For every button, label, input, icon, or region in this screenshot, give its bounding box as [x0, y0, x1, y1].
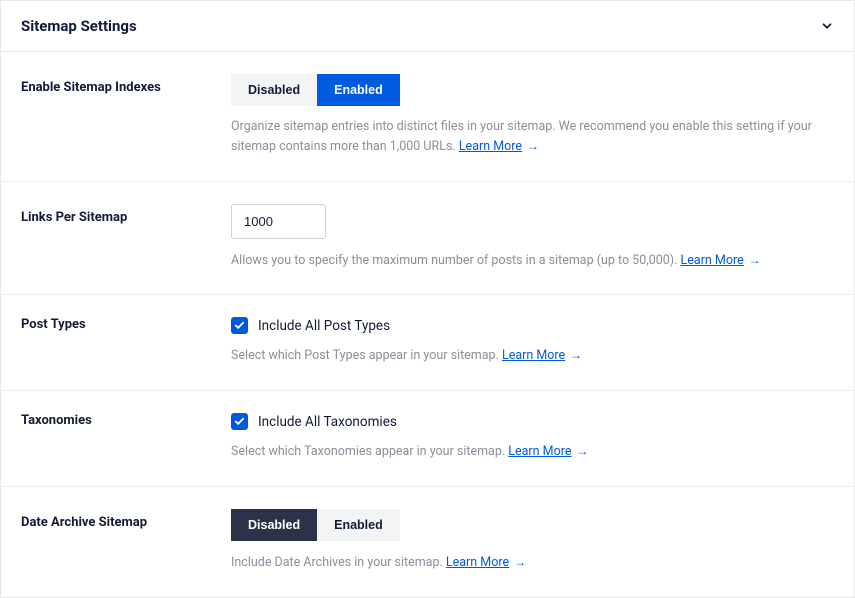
- learn-more-link[interactable]: Learn More: [502, 348, 565, 363]
- section-sitemap-indexes: Enable Sitemap Indexes Disabled Enabled …: [1, 52, 854, 182]
- include-all-post-types-label: Include All Post Types: [258, 318, 390, 334]
- sitemap-indexes-disabled-button[interactable]: Disabled: [231, 74, 317, 106]
- post-types-checkbox-row: Include All Post Types: [231, 317, 834, 334]
- include-all-taxonomies-label: Include All Taxonomies: [258, 414, 397, 430]
- section-taxonomies: Taxonomies Include All Taxonomies Select…: [1, 391, 854, 487]
- sitemap-indexes-description: Organize sitemap entries into distinct f…: [231, 118, 834, 157]
- control-col: Include All Taxonomies Select which Taxo…: [231, 413, 834, 462]
- control-col: Include All Post Types Select which Post…: [231, 317, 834, 366]
- arrow-right-icon: →: [524, 139, 539, 153]
- panel-header[interactable]: Sitemap Settings: [1, 1, 854, 52]
- links-per-sitemap-input[interactable]: [231, 204, 326, 239]
- date-archive-enabled-button[interactable]: Enabled: [317, 509, 400, 541]
- taxonomies-checkbox-row: Include All Taxonomies: [231, 413, 834, 430]
- date-archive-description: Include Date Archives in your sitemap. L…: [231, 553, 834, 573]
- control-col: Allows you to specify the maximum number…: [231, 204, 834, 271]
- learn-more-link[interactable]: Learn More: [446, 555, 509, 570]
- date-archive-disabled-button[interactable]: Disabled: [231, 509, 317, 541]
- learn-more-link[interactable]: Learn More: [459, 139, 522, 154]
- arrow-right-icon: →: [573, 444, 588, 458]
- label-links-per-sitemap: Links Per Sitemap: [21, 204, 231, 271]
- label-taxonomies: Taxonomies: [21, 413, 231, 462]
- control-col: Disabled Enabled Include Date Archives i…: [231, 509, 834, 573]
- sitemap-indexes-toggle: Disabled Enabled: [231, 74, 400, 106]
- section-date-archive: Date Archive Sitemap Disabled Enabled In…: [1, 487, 854, 597]
- panel-title: Sitemap Settings: [21, 17, 137, 35]
- desc-text: Allows you to specify the maximum number…: [231, 253, 681, 268]
- control-col: Disabled Enabled Organize sitemap entrie…: [231, 74, 834, 157]
- post-types-description: Select which Post Types appear in your s…: [231, 346, 834, 366]
- arrow-right-icon: →: [511, 555, 526, 569]
- sitemap-indexes-enabled-button[interactable]: Enabled: [317, 74, 400, 106]
- label-date-archive: Date Archive Sitemap: [21, 509, 231, 573]
- desc-text: Select which Taxonomies appear in your s…: [231, 444, 508, 459]
- date-archive-toggle: Disabled Enabled: [231, 509, 400, 541]
- label-sitemap-indexes: Enable Sitemap Indexes: [21, 74, 231, 157]
- include-all-taxonomies-checkbox[interactable]: [231, 413, 248, 430]
- chevron-down-icon: [820, 19, 834, 33]
- desc-text: Select which Post Types appear in your s…: [231, 348, 502, 363]
- section-post-types: Post Types Include All Post Types Select…: [1, 295, 854, 391]
- learn-more-link[interactable]: Learn More: [508, 444, 571, 459]
- section-links-per-sitemap: Links Per Sitemap Allows you to specify …: [1, 182, 854, 296]
- links-per-sitemap-description: Allows you to specify the maximum number…: [231, 251, 834, 271]
- arrow-right-icon: →: [567, 348, 582, 362]
- arrow-right-icon: →: [746, 253, 761, 267]
- taxonomies-description: Select which Taxonomies appear in your s…: [231, 442, 834, 462]
- include-all-post-types-checkbox[interactable]: [231, 317, 248, 334]
- desc-text: Include Date Archives in your sitemap.: [231, 555, 446, 570]
- sitemap-settings-panel: Sitemap Settings Enable Sitemap Indexes …: [0, 0, 855, 598]
- label-post-types: Post Types: [21, 317, 231, 366]
- learn-more-link[interactable]: Learn More: [681, 253, 744, 268]
